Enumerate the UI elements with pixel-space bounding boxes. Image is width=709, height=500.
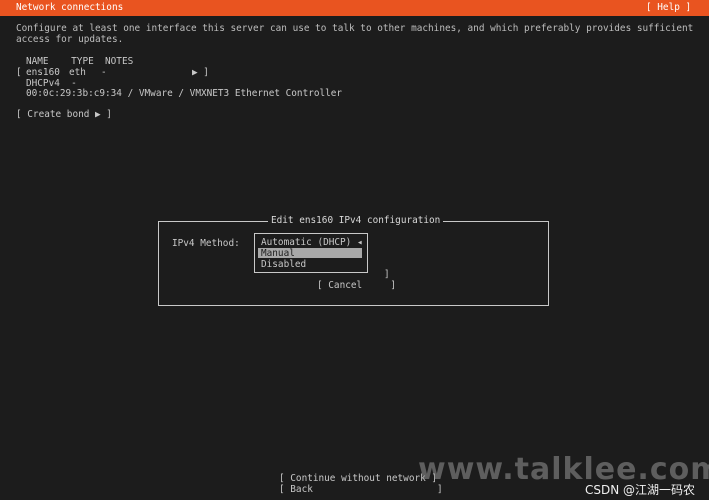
header-bar: Network connections [ Help ] bbox=[0, 0, 709, 16]
cancel-button[interactable]: [ Cancel ] bbox=[317, 280, 396, 291]
interface-notes: - bbox=[101, 67, 107, 78]
mac-info: 00:0c:29:3b:c9:34 / VMware / VMXNET3 Eth… bbox=[26, 88, 343, 99]
option-automatic-dhcp[interactable]: Automatic (DHCP) ◂ bbox=[261, 237, 363, 248]
dialog-title: Edit ens160 IPv4 configuration bbox=[268, 215, 444, 226]
description-line-1: Configure at least one interface this se… bbox=[16, 23, 694, 34]
csdn-watermark: CSDN @江湖一码农 bbox=[585, 483, 696, 497]
option-manual[interactable]: Manual bbox=[261, 248, 295, 259]
help-button[interactable]: [ Help ] bbox=[646, 2, 691, 13]
interface-type: eth bbox=[69, 67, 86, 78]
hidden-bracket: ] bbox=[384, 269, 390, 280]
row-bracket: [ bbox=[16, 67, 22, 78]
create-bond-button[interactable]: [ Create bond ▶ ] bbox=[16, 109, 112, 120]
description-line-2: access for updates. bbox=[16, 34, 124, 45]
option-disabled[interactable]: Disabled bbox=[261, 259, 306, 270]
interface-menu-arrow[interactable]: ▶ ] bbox=[192, 67, 209, 78]
table-header: NAME TYPE NOTES bbox=[26, 56, 134, 67]
page-title: Network connections bbox=[16, 2, 124, 13]
continue-without-network-button[interactable]: [ Continue without network ] bbox=[279, 473, 437, 484]
ipv4-method-label: IPv4 Method: bbox=[172, 238, 240, 249]
interface-name: ens160 bbox=[26, 67, 60, 78]
